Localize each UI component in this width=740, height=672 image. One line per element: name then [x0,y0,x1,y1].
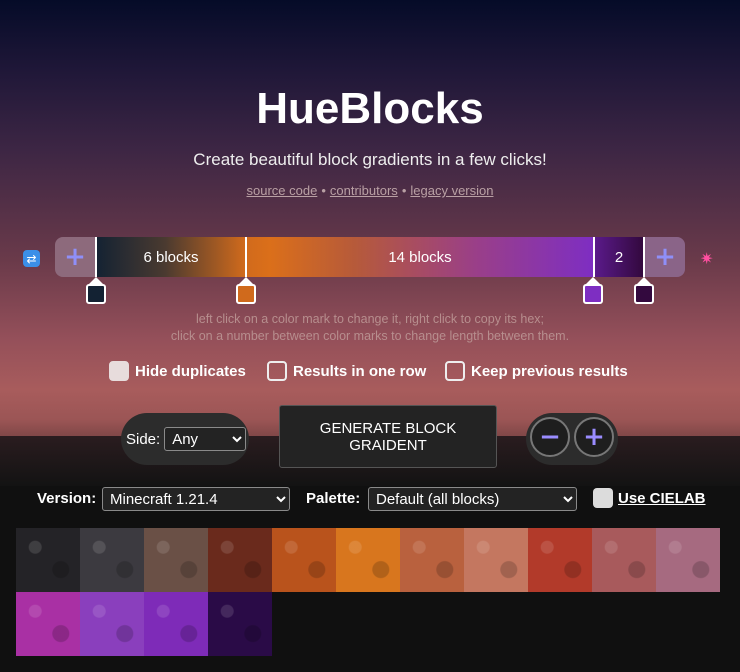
block-tile-pink-wool[interactable] [656,528,720,592]
increase-button[interactable]: + [574,417,614,457]
size-controls: − + [526,413,618,465]
color-mark-swatch [86,284,106,304]
usage-hint-line-2: click on a number between color marks to… [170,329,570,343]
block-tile-orange-concrete-powder[interactable] [336,528,400,592]
remove-marks-icon[interactable]: ✷ [700,249,713,268]
color-mark-swatch [236,284,256,304]
block-tile-pink-terracotta[interactable] [592,528,656,592]
side-label: Side: [126,430,161,448]
block-tile-magenta-concrete[interactable] [16,592,80,656]
reverse-gradient-icon[interactable]: ⇄ [23,250,40,267]
add-mark-left-button[interactable]: + [55,237,95,277]
one-row-checkbox[interactable] [267,361,287,381]
color-mark-2[interactable] [236,277,256,305]
one-row-option[interactable]: Results in one row [267,360,426,382]
block-tile-crying-obsidian[interactable] [208,592,272,656]
hide-duplicates-option[interactable]: Hide duplicates [109,360,246,382]
palette-select[interactable]: Default (all blocks) [368,487,577,511]
header-links: source code • contributors • legacy version [0,183,740,198]
link-separator: • [401,183,407,198]
gradient-bar[interactable]: + 6 blocks 14 blocks 2 + [55,237,685,277]
page-subtitle: Create beautiful block gradients in a fe… [193,150,547,169]
keep-previous-label: Keep previous results [471,362,628,380]
color-mark-3[interactable] [583,277,603,305]
color-mark-4[interactable] [634,277,654,305]
segment-length-1[interactable]: 6 blocks [97,237,245,277]
side-select[interactable]: Any [164,427,247,451]
block-tile-gilded-blackstone[interactable] [208,528,272,592]
version-label: Version: [37,490,97,507]
segment-length-2[interactable]: 14 blocks [247,237,593,277]
link-separator: • [321,183,326,198]
version-select[interactable]: Minecraft 1.21.4 [102,487,290,511]
generate-button[interactable]: GENERATE BLOCK GRAIDENT [279,405,497,468]
source-code-link[interactable]: source code [247,183,318,198]
block-tile-packed-mud[interactable] [144,528,208,592]
keep-previous-option[interactable]: Keep previous results [445,360,628,382]
one-row-label: Results in one row [293,362,427,380]
color-mark-swatch [583,284,603,304]
decrease-button[interactable]: − [530,417,570,457]
legacy-version-link[interactable]: legacy version [410,183,493,198]
cielab-label[interactable]: Use CIELAB [618,490,706,507]
usage-hint: left click on a color mark to change it,… [0,311,740,345]
block-tile-purple-wool[interactable] [144,592,208,656]
color-mark-1[interactable] [86,277,106,305]
cielab-checkbox[interactable] [593,488,613,508]
usage-hint-line-1: left click on a color mark to change it,… [195,312,545,326]
block-tile-terracotta[interactable] [400,528,464,592]
block-tile-blackstone[interactable] [16,528,80,592]
hide-duplicates-label: Hide duplicates [135,362,246,380]
color-mark-swatch [634,284,654,304]
keep-previous-checkbox[interactable] [445,361,465,381]
side-control: Side: Any [121,413,249,465]
block-tile-polished-blackstone[interactable] [80,528,144,592]
palette-label: Palette: [306,490,361,507]
contributors-link[interactable]: contributors [330,183,398,198]
block-tile-purple-concrete-powder[interactable] [80,592,144,656]
add-mark-right-button[interactable]: + [645,237,685,277]
block-tile-magma-block[interactable] [272,528,336,592]
block-tile-chiseled-copper[interactable] [464,528,528,592]
block-tile-redstone-lamp[interactable] [528,528,592,592]
segment-length-3[interactable]: 2 [595,237,643,277]
hide-duplicates-checkbox[interactable] [109,361,129,381]
page-title: HueBlocks [256,84,484,133]
